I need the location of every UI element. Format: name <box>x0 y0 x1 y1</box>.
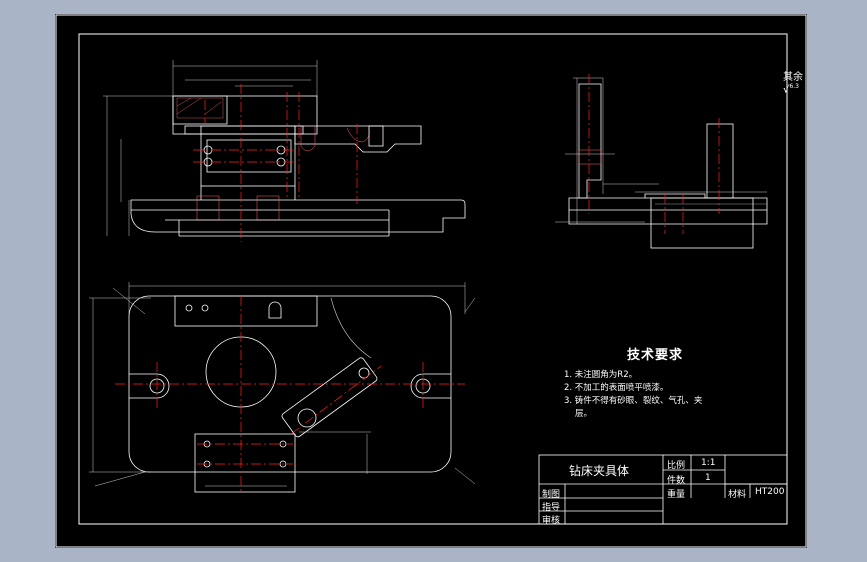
requirement-3: 3. 铸件不得有砂眼、裂纹、气孔、夹 <box>564 396 703 406</box>
scale-label: 比例 <box>667 461 686 471</box>
side-view <box>555 77 768 249</box>
top-view <box>89 282 476 493</box>
outer-border <box>55 14 807 548</box>
weight-label: 重量 <box>667 490 686 500</box>
inner-border <box>78 33 788 525</box>
drawing-sheet: 其余√6.3 技术要求 1. 未注圆角为R2。 2. 不加工的表面喷平喷漆。 3… <box>55 14 807 548</box>
surface-finish-value: 6.3 <box>789 83 799 90</box>
surface-finish-label: 其余 <box>783 72 803 83</box>
cad-drawing <box>55 14 807 548</box>
part-name: 钻床夹具体 <box>569 464 630 478</box>
quantity-label: 件数 <box>667 476 686 486</box>
scale-value: 1:1 <box>701 458 716 468</box>
front-view-centerlines <box>193 84 358 242</box>
reviewer-label: 审核 <box>542 516 561 526</box>
requirement-1: 1. 未注圆角为R2。 <box>564 370 638 380</box>
technical-requirements-title: 技术要求 <box>627 348 684 363</box>
drawn-by-label: 制图 <box>542 490 561 500</box>
surface-finish-note: 其余√6.3 <box>783 68 807 95</box>
quantity-value: 1 <box>705 473 711 483</box>
front-view <box>103 60 466 237</box>
material-label: 材料 <box>728 490 747 500</box>
requirement-3-cont: 层。 <box>575 409 593 419</box>
material-value: HT200 <box>755 487 785 497</box>
requirement-2: 2. 不加工的表面喷平喷漆。 <box>564 383 669 393</box>
designer-label: 指导 <box>542 503 561 513</box>
